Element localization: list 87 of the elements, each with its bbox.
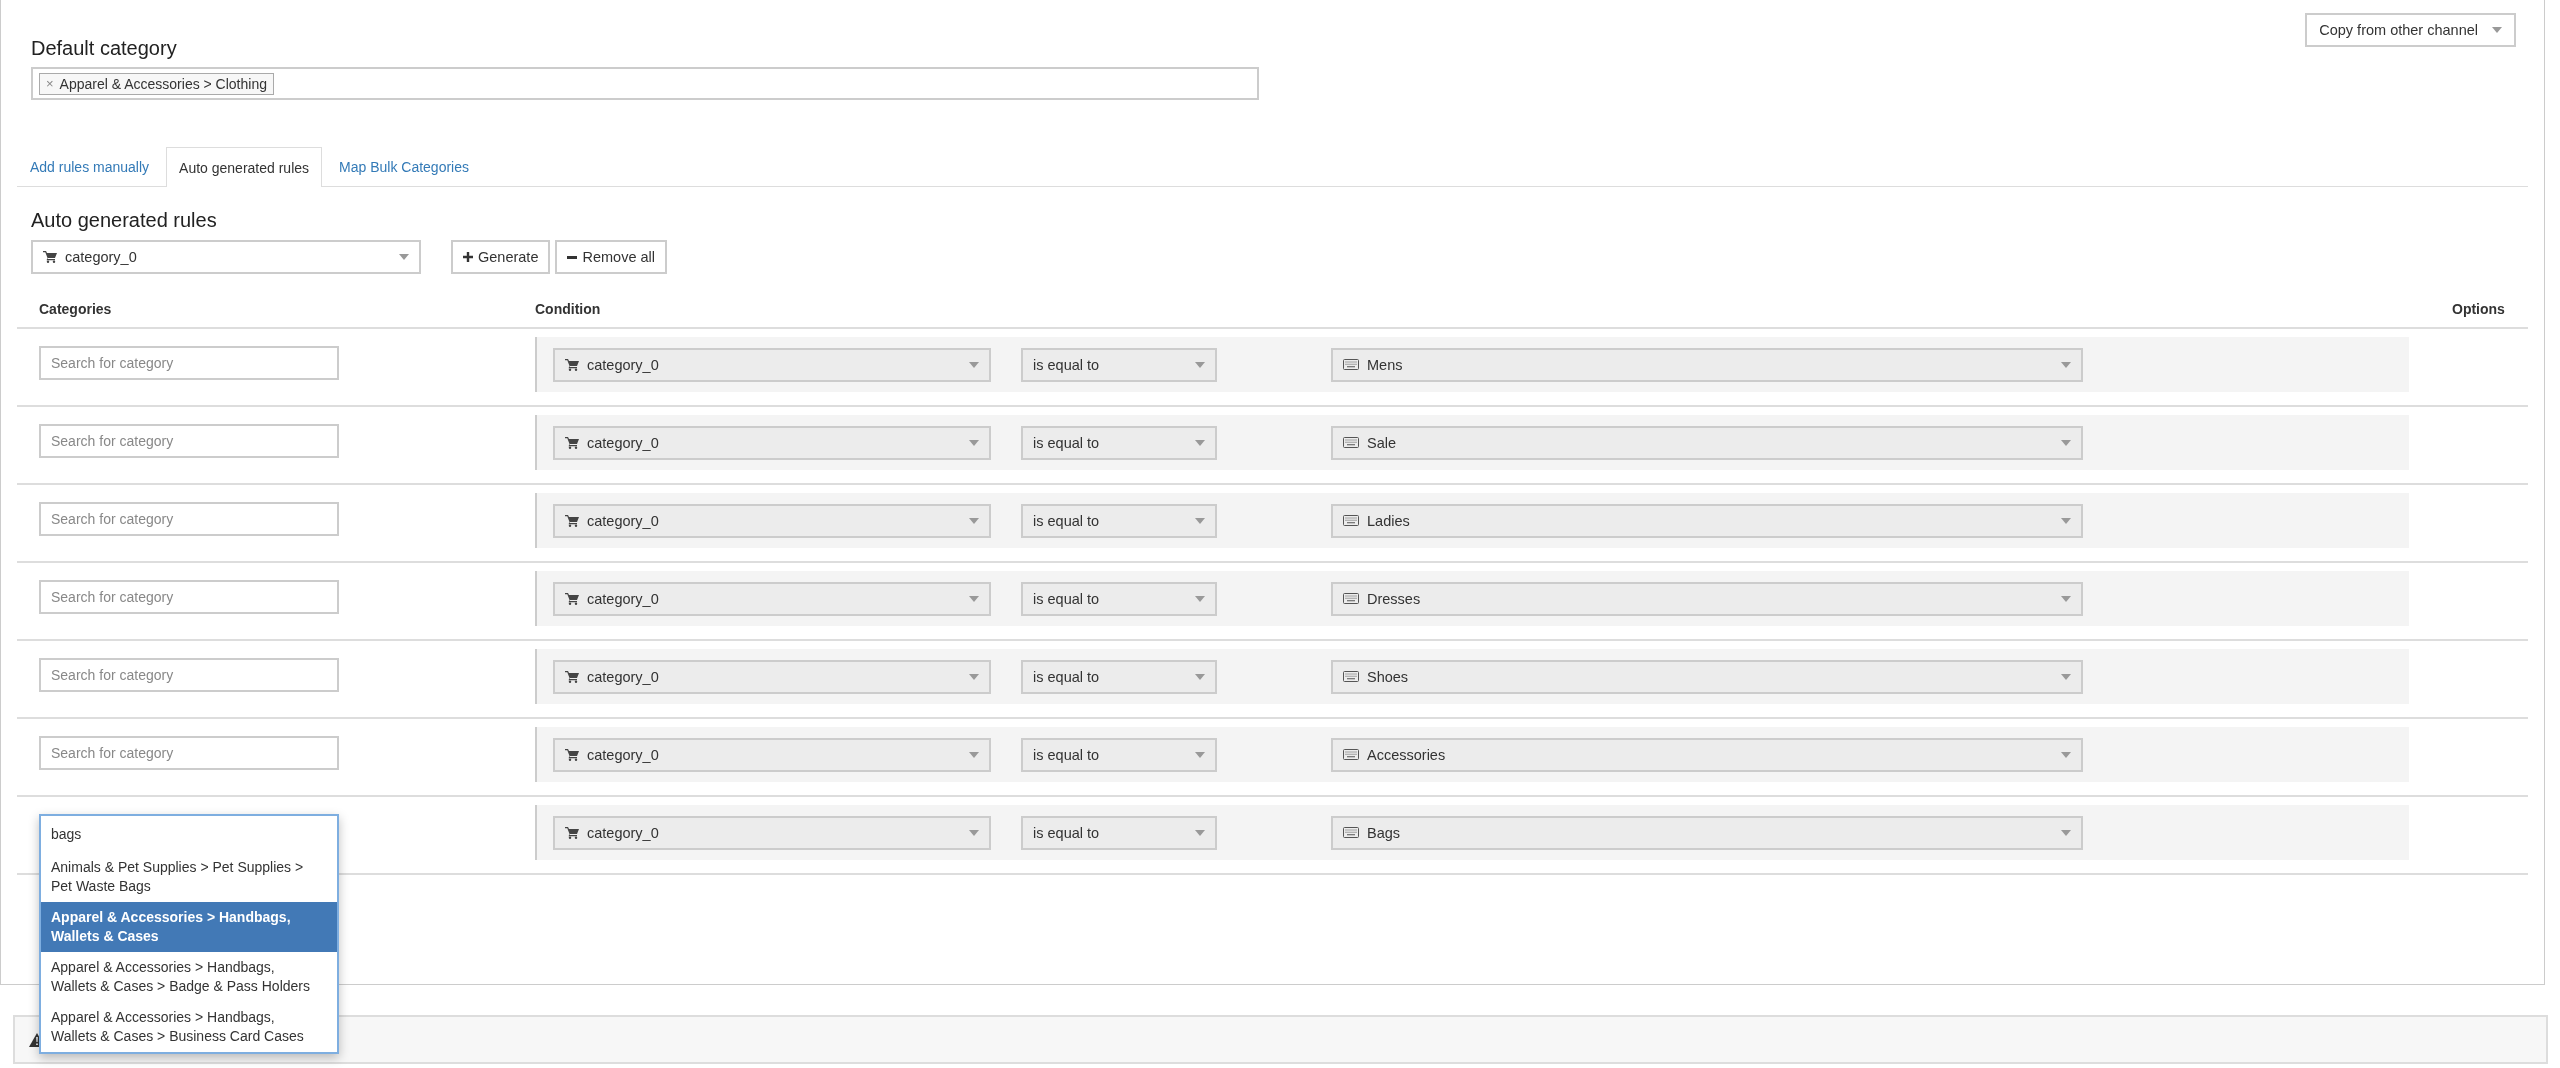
caret-icon <box>2061 751 2071 758</box>
caret-icon <box>2061 829 2071 836</box>
remove-tag-button[interactable]: × <box>46 76 54 91</box>
operator-select[interactable]: is equal to <box>1021 815 1217 850</box>
caret-icon <box>399 254 409 260</box>
operator-select[interactable]: is equal to <box>1021 425 1217 460</box>
operator-select[interactable]: is equal to <box>1021 659 1217 694</box>
field-select[interactable]: category_0 <box>553 659 991 694</box>
value-select[interactable]: Sale <box>1331 425 2083 460</box>
source-select[interactable]: category_0 <box>31 240 421 274</box>
caret-icon <box>2061 595 2071 602</box>
operator-select[interactable]: is equal to <box>1021 503 1217 538</box>
column-header: Categories <box>38 300 113 317</box>
keyboard-icon <box>1343 359 1359 370</box>
keyboard-icon <box>1343 593 1359 604</box>
caret-icon <box>969 517 979 524</box>
field-select[interactable]: category_0 <box>553 425 991 460</box>
caret-icon <box>969 595 979 602</box>
caret-icon <box>2061 361 2071 368</box>
tab[interactable]: Map Bulk Categories <box>326 147 482 186</box>
cart-icon <box>565 748 579 761</box>
tag-label: Apparel & Accessories > Clothing <box>59 75 267 92</box>
section-heading: Auto generated rules <box>31 208 218 232</box>
keyboard-icon <box>1343 749 1359 760</box>
operator-select[interactable]: is equal to <box>1021 347 1217 382</box>
suggestion-item[interactable]: Apparel & Accessories > Handbags, Wallets & Cases <box>41 902 337 952</box>
cart-icon <box>565 436 579 449</box>
field-select[interactable]: category_0 <box>553 737 991 772</box>
action-button[interactable]: Remove all <box>555 240 667 274</box>
value-select[interactable]: Bags <box>1331 815 2083 850</box>
field-select[interactable]: category_0 <box>553 503 991 538</box>
category-field[interactable]: × Apparel & Accessories > Clothing <box>31 67 1259 100</box>
caret-icon <box>1195 517 1205 524</box>
copy-dropdown[interactable]: Copy from other channel <box>2305 13 2516 47</box>
suggestion-item[interactable]: Apparel & Accessories > Handbags, Wallets & Cases > Badge & Pass Holders <box>41 952 337 1002</box>
search-field[interactable]: Search for category <box>39 502 339 536</box>
caret-icon <box>969 439 979 446</box>
minus-icon <box>567 255 578 259</box>
suggestion-item[interactable]: Apparel & Accessories > Handbags, Wallets & Cases > Business Card Cases <box>41 1002 337 1052</box>
caret-icon <box>2061 439 2071 446</box>
caret-icon <box>2061 673 2071 680</box>
caret-icon <box>969 673 979 680</box>
keyboard-icon <box>1343 671 1359 682</box>
cart-icon <box>565 592 579 605</box>
field-select[interactable]: category_0 <box>553 581 991 616</box>
operator-select[interactable]: is equal to <box>1021 581 1217 616</box>
value-select[interactable]: Dresses <box>1331 581 2083 616</box>
caret-icon <box>969 751 979 758</box>
section-heading: Default category <box>31 36 177 60</box>
cart-icon <box>565 826 579 839</box>
action-button[interactable]: Generate <box>451 240 551 274</box>
caret-icon <box>2492 27 2502 33</box>
column-header: Condition <box>535 300 602 317</box>
search-field[interactable]: Search for category <box>39 736 339 770</box>
cart-icon <box>565 358 579 371</box>
value-select[interactable]: Accessories <box>1331 737 2083 772</box>
caret-icon <box>1195 751 1205 758</box>
caret-icon <box>2061 517 2071 524</box>
tab[interactable]: Auto generated rules <box>166 147 323 187</box>
search-field[interactable]: Search for category <box>39 580 339 614</box>
keyboard-icon <box>1343 515 1359 526</box>
column-header: Options <box>2452 300 2506 317</box>
keyboard-icon <box>1343 437 1359 448</box>
caret-icon <box>969 361 979 368</box>
search-field[interactable]: Search for category <box>39 346 339 380</box>
cart-icon <box>565 670 579 683</box>
value-select[interactable]: Ladies <box>1331 503 2083 538</box>
caret-icon <box>1195 673 1205 680</box>
field-select[interactable]: category_0 <box>553 347 991 382</box>
search-field[interactable]: Search for category <box>39 424 339 458</box>
cart-icon <box>43 251 57 263</box>
tab[interactable]: Add rules manually <box>17 147 163 186</box>
operator-select[interactable]: is equal to <box>1021 737 1217 772</box>
value-select[interactable]: Shoes <box>1331 659 2083 694</box>
caret-icon <box>1195 829 1205 836</box>
caret-icon <box>1195 595 1205 602</box>
keyboard-icon <box>1343 827 1359 838</box>
suggestion-item[interactable]: Animals & Pet Supplies > Pet Supplies > Pet Waste Bags <box>41 852 337 902</box>
caret-icon <box>1195 439 1205 446</box>
value-select[interactable]: Mens <box>1331 347 2083 382</box>
plus-icon <box>463 252 473 262</box>
caret-icon <box>1195 361 1205 368</box>
caret-icon <box>969 829 979 836</box>
field-select[interactable]: category_0 <box>553 815 991 850</box>
cart-icon <box>565 514 579 527</box>
search-field[interactable]: bags <box>41 816 337 852</box>
search-field[interactable]: Search for category <box>39 658 339 692</box>
